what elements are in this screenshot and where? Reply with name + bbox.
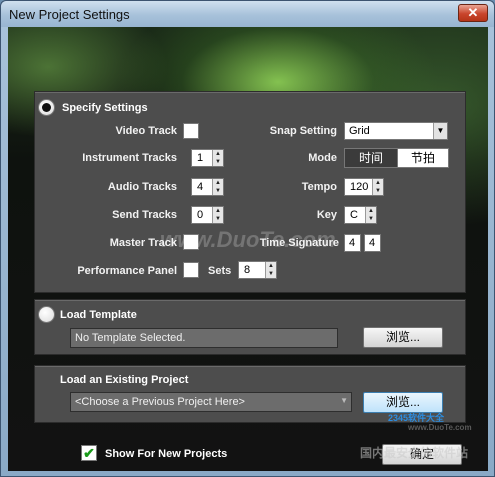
window-title: New Project Settings: [9, 7, 130, 22]
tempo-label: Tempo: [301, 181, 337, 193]
watermark-small-url: www.DuoTe.com: [408, 423, 472, 432]
key-value: C: [350, 209, 358, 221]
template-browse-button[interactable]: 浏览...: [363, 327, 443, 348]
tempo-value: 120: [350, 181, 369, 193]
performance-panel-checkbox[interactable]: [183, 262, 199, 278]
load-template-label: Load Template: [60, 309, 137, 321]
load-template-radio[interactable]: [38, 306, 55, 323]
instrument-tracks-label: Instrument Tracks: [82, 152, 177, 164]
time-signature-denominator[interactable]: 4: [364, 234, 381, 252]
existing-project-placeholder: <Choose a Previous Project Here>: [75, 396, 245, 408]
instrument-tracks-stepper[interactable]: 1 ▲ ▼: [191, 149, 224, 167]
show-for-new-projects-checkbox[interactable]: ✔: [81, 445, 97, 461]
snap-setting-value: Grid: [349, 125, 370, 137]
send-tracks-label: Send Tracks: [112, 209, 177, 221]
sets-stepper[interactable]: 8 ▲ ▼: [238, 261, 277, 279]
time-signature-numerator-value: 4: [349, 237, 356, 249]
title-bar[interactable]: New Project Settings ✕: [1, 1, 494, 27]
sets-label: Sets: [208, 265, 232, 277]
audio-tracks-value: 4: [197, 181, 204, 193]
mode-option-time[interactable]: 时间: [344, 148, 398, 168]
chevron-down-icon[interactable]: ▼: [340, 396, 348, 405]
snap-setting-label: Snap Setting: [269, 125, 337, 137]
sets-value: 8: [244, 264, 251, 276]
key-stepper[interactable]: C ▲ ▼: [344, 206, 377, 224]
time-signature-denominator-value: 4: [369, 237, 376, 249]
instrument-tracks-value: 1: [197, 152, 204, 164]
send-tracks-stepper[interactable]: 0 ▲ ▼: [191, 206, 224, 224]
existing-project-select[interactable]: <Choose a Previous Project Here> ▼: [70, 392, 352, 412]
mode-label: Mode: [308, 152, 337, 164]
specify-settings-label: Specify Settings: [62, 102, 148, 114]
snap-setting-select[interactable]: Grid ▼: [344, 122, 448, 140]
close-button[interactable]: ✕: [458, 4, 488, 22]
spinner-arrows-icon[interactable]: ▲ ▼: [212, 179, 223, 195]
video-track-label: Video Track: [115, 125, 177, 137]
spinner-arrows-icon[interactable]: ▲ ▼: [265, 262, 276, 278]
audio-tracks-label: Audio Tracks: [107, 181, 177, 193]
dialog-client: Specify Settings Video Track Instrument …: [8, 27, 488, 471]
show-for-new-projects-label: Show For New Projects: [105, 448, 228, 460]
template-path-field: No Template Selected.: [70, 328, 338, 348]
chevron-down-icon[interactable]: ▼: [433, 123, 447, 139]
watermark-cn-text: 国内最安全的软件站: [360, 446, 469, 460]
spinner-arrows-icon[interactable]: ▲ ▼: [212, 207, 223, 223]
dialog-window: New Project Settings ✕ Specify Settings …: [0, 0, 495, 477]
audio-tracks-stepper[interactable]: 4 ▲ ▼: [191, 178, 224, 196]
existing-project-label: Load an Existing Project: [60, 374, 189, 386]
specify-settings-radio[interactable]: [38, 99, 55, 116]
check-icon: ✔: [83, 445, 95, 461]
existing-project-browse-button[interactable]: 浏览...: [363, 392, 443, 413]
spinner-arrows-icon[interactable]: ▲ ▼: [212, 150, 223, 166]
performance-panel-label: Performance Panel: [77, 265, 177, 277]
close-icon: ✕: [467, 5, 479, 20]
spinner-arrows-icon[interactable]: ▲ ▼: [372, 179, 383, 195]
video-track-checkbox[interactable]: [183, 123, 199, 139]
time-signature-numerator[interactable]: 4: [344, 234, 361, 252]
tempo-stepper[interactable]: 120 ▲ ▼: [344, 178, 384, 196]
spinner-arrows-icon[interactable]: ▲ ▼: [365, 207, 376, 223]
mode-option-beat[interactable]: 节拍: [397, 148, 449, 168]
send-tracks-value: 0: [197, 209, 204, 221]
site-watermark: www.DuoTe.com: [160, 227, 336, 252]
key-label: Key: [316, 209, 337, 221]
